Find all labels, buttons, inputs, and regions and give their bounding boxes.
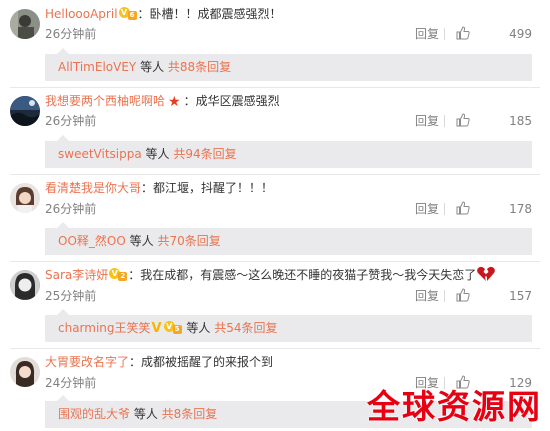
replies-pointer xyxy=(57,48,69,54)
comment-time: 25分钟前 xyxy=(45,289,97,303)
comment-username[interactable]: HelloooApril xyxy=(45,7,118,21)
reply-button[interactable]: 回复 xyxy=(415,113,439,129)
comment-line: Sara李诗妍 V 2 ：我在成都，有震感～这么晚还不睡的夜猫子赞我～我今天失恋了 xyxy=(45,266,496,284)
comment-time: 26分钟前 xyxy=(45,114,97,128)
view-replies-link[interactable]: 共8条回复 xyxy=(162,407,218,421)
thumbs-up-icon xyxy=(456,26,470,40)
action-divider xyxy=(444,28,445,40)
reply-username[interactable]: 围观的乱大爷 xyxy=(58,407,130,421)
thumbs-up-icon xyxy=(456,201,470,215)
reply-username[interactable]: charming王笑笑 xyxy=(58,321,151,335)
comment-text: 成都被摇醒了的来报个到 xyxy=(141,355,274,369)
broken-heart-icon xyxy=(477,266,496,281)
comment-username[interactable]: 大胃要改名字了 xyxy=(45,355,129,369)
avatar[interactable] xyxy=(10,357,40,387)
action-divider xyxy=(444,290,445,302)
comment-text: 卧槽！！成都震感强烈！ xyxy=(149,7,282,21)
watermark-logo: 全球资源网 xyxy=(367,387,542,426)
thumbs-up-icon xyxy=(456,288,470,302)
replies-summary[interactable]: sweetVitsippa 等人 共94条回复 xyxy=(45,135,532,168)
replies-pointer xyxy=(57,135,69,141)
replies-summary[interactable]: AllTimEloVEY 等人 共88条回复 xyxy=(45,48,532,81)
avatar[interactable] xyxy=(10,96,40,126)
comment-time: 24分钟前 xyxy=(45,376,97,390)
comment-time: 26分钟前 xyxy=(45,202,97,216)
like-button[interactable]: 499 xyxy=(456,26,532,42)
like-button[interactable]: 157 xyxy=(456,288,532,304)
replies-summary[interactable]: charming王笑笑V V 5 等人 共54条回复 xyxy=(45,309,532,342)
star-badge-icon[interactable]: ★ xyxy=(168,93,181,111)
comment-username[interactable]: 我想要两个西柚呢啊哈 xyxy=(45,94,165,108)
like-count: 499 xyxy=(509,27,532,41)
divider xyxy=(10,261,540,262)
comment-actions: 回复 157 xyxy=(412,288,532,304)
like-count: 157 xyxy=(509,289,532,303)
avatar[interactable] xyxy=(10,270,40,300)
comment-time: 26分钟前 xyxy=(45,27,97,41)
replies-pointer xyxy=(57,222,69,228)
verified-v-icon: V xyxy=(151,321,162,336)
action-divider xyxy=(444,203,445,215)
reply-username[interactable]: OO释_然OO xyxy=(58,234,126,248)
reply-button[interactable]: 回复 xyxy=(415,26,439,42)
comment-actions: 回复 185 xyxy=(412,113,532,129)
comment-line: 大胃要改名字了：成都被摇醒了的来报个到 xyxy=(45,355,274,369)
like-count: 185 xyxy=(509,114,532,128)
replies-pointer xyxy=(57,309,69,315)
action-divider xyxy=(444,115,445,127)
member-level-badge-icon[interactable]: V2 xyxy=(109,267,128,281)
replies-pointer xyxy=(57,395,69,401)
comment-text: 我在成都，有震感～这么晚还不睡的夜猫子赞我～我今天失恋了 xyxy=(140,268,477,282)
like-button[interactable]: 178 xyxy=(456,201,532,217)
divider xyxy=(10,174,540,175)
comment-text: 都江堰，抖醒了！！！ xyxy=(153,181,274,195)
reply-button[interactable]: 回复 xyxy=(415,288,439,304)
avatar[interactable] xyxy=(10,183,40,213)
view-replies-link[interactable]: 共88条回复 xyxy=(168,60,231,74)
replies-summary[interactable]: OO释_然OO 等人 共70条回复 xyxy=(45,222,532,255)
view-replies-link[interactable]: 共70条回复 xyxy=(157,234,220,248)
view-replies-link[interactable]: 共54条回复 xyxy=(214,321,277,335)
comment-username[interactable]: 看清楚我是你大哥 xyxy=(45,181,141,195)
member-level-badge-icon[interactable]: V6 xyxy=(118,6,137,20)
reply-username[interactable]: AllTimEloVEY xyxy=(58,60,136,74)
member-level-badge-icon[interactable]: V5 xyxy=(163,320,182,334)
reply-button[interactable]: 回复 xyxy=(415,201,439,217)
divider xyxy=(10,87,540,88)
comment-actions: 回复 178 xyxy=(412,201,532,217)
comment-line: 我想要两个西柚呢啊哈 ★ ：成华区震感强烈 xyxy=(45,93,280,111)
divider xyxy=(10,348,540,349)
comment-text: 成华区震感强烈 xyxy=(195,94,280,108)
avatar[interactable] xyxy=(10,9,40,39)
like-button[interactable]: 185 xyxy=(456,113,532,129)
comment-actions: 回复 499 xyxy=(412,26,532,42)
view-replies-link[interactable]: 共94条回复 xyxy=(173,147,236,161)
reply-username[interactable]: sweetVitsippa xyxy=(58,147,142,161)
comment-line: HelloooApril V 6 ：卧槽！！成都震感强烈！ xyxy=(45,6,282,21)
comment-line: 看清楚我是你大哥：都江堰，抖醒了！！！ xyxy=(45,181,274,195)
comment-username[interactable]: Sara李诗妍 xyxy=(45,268,108,282)
thumbs-up-icon xyxy=(456,113,470,127)
like-count: 178 xyxy=(509,202,532,216)
